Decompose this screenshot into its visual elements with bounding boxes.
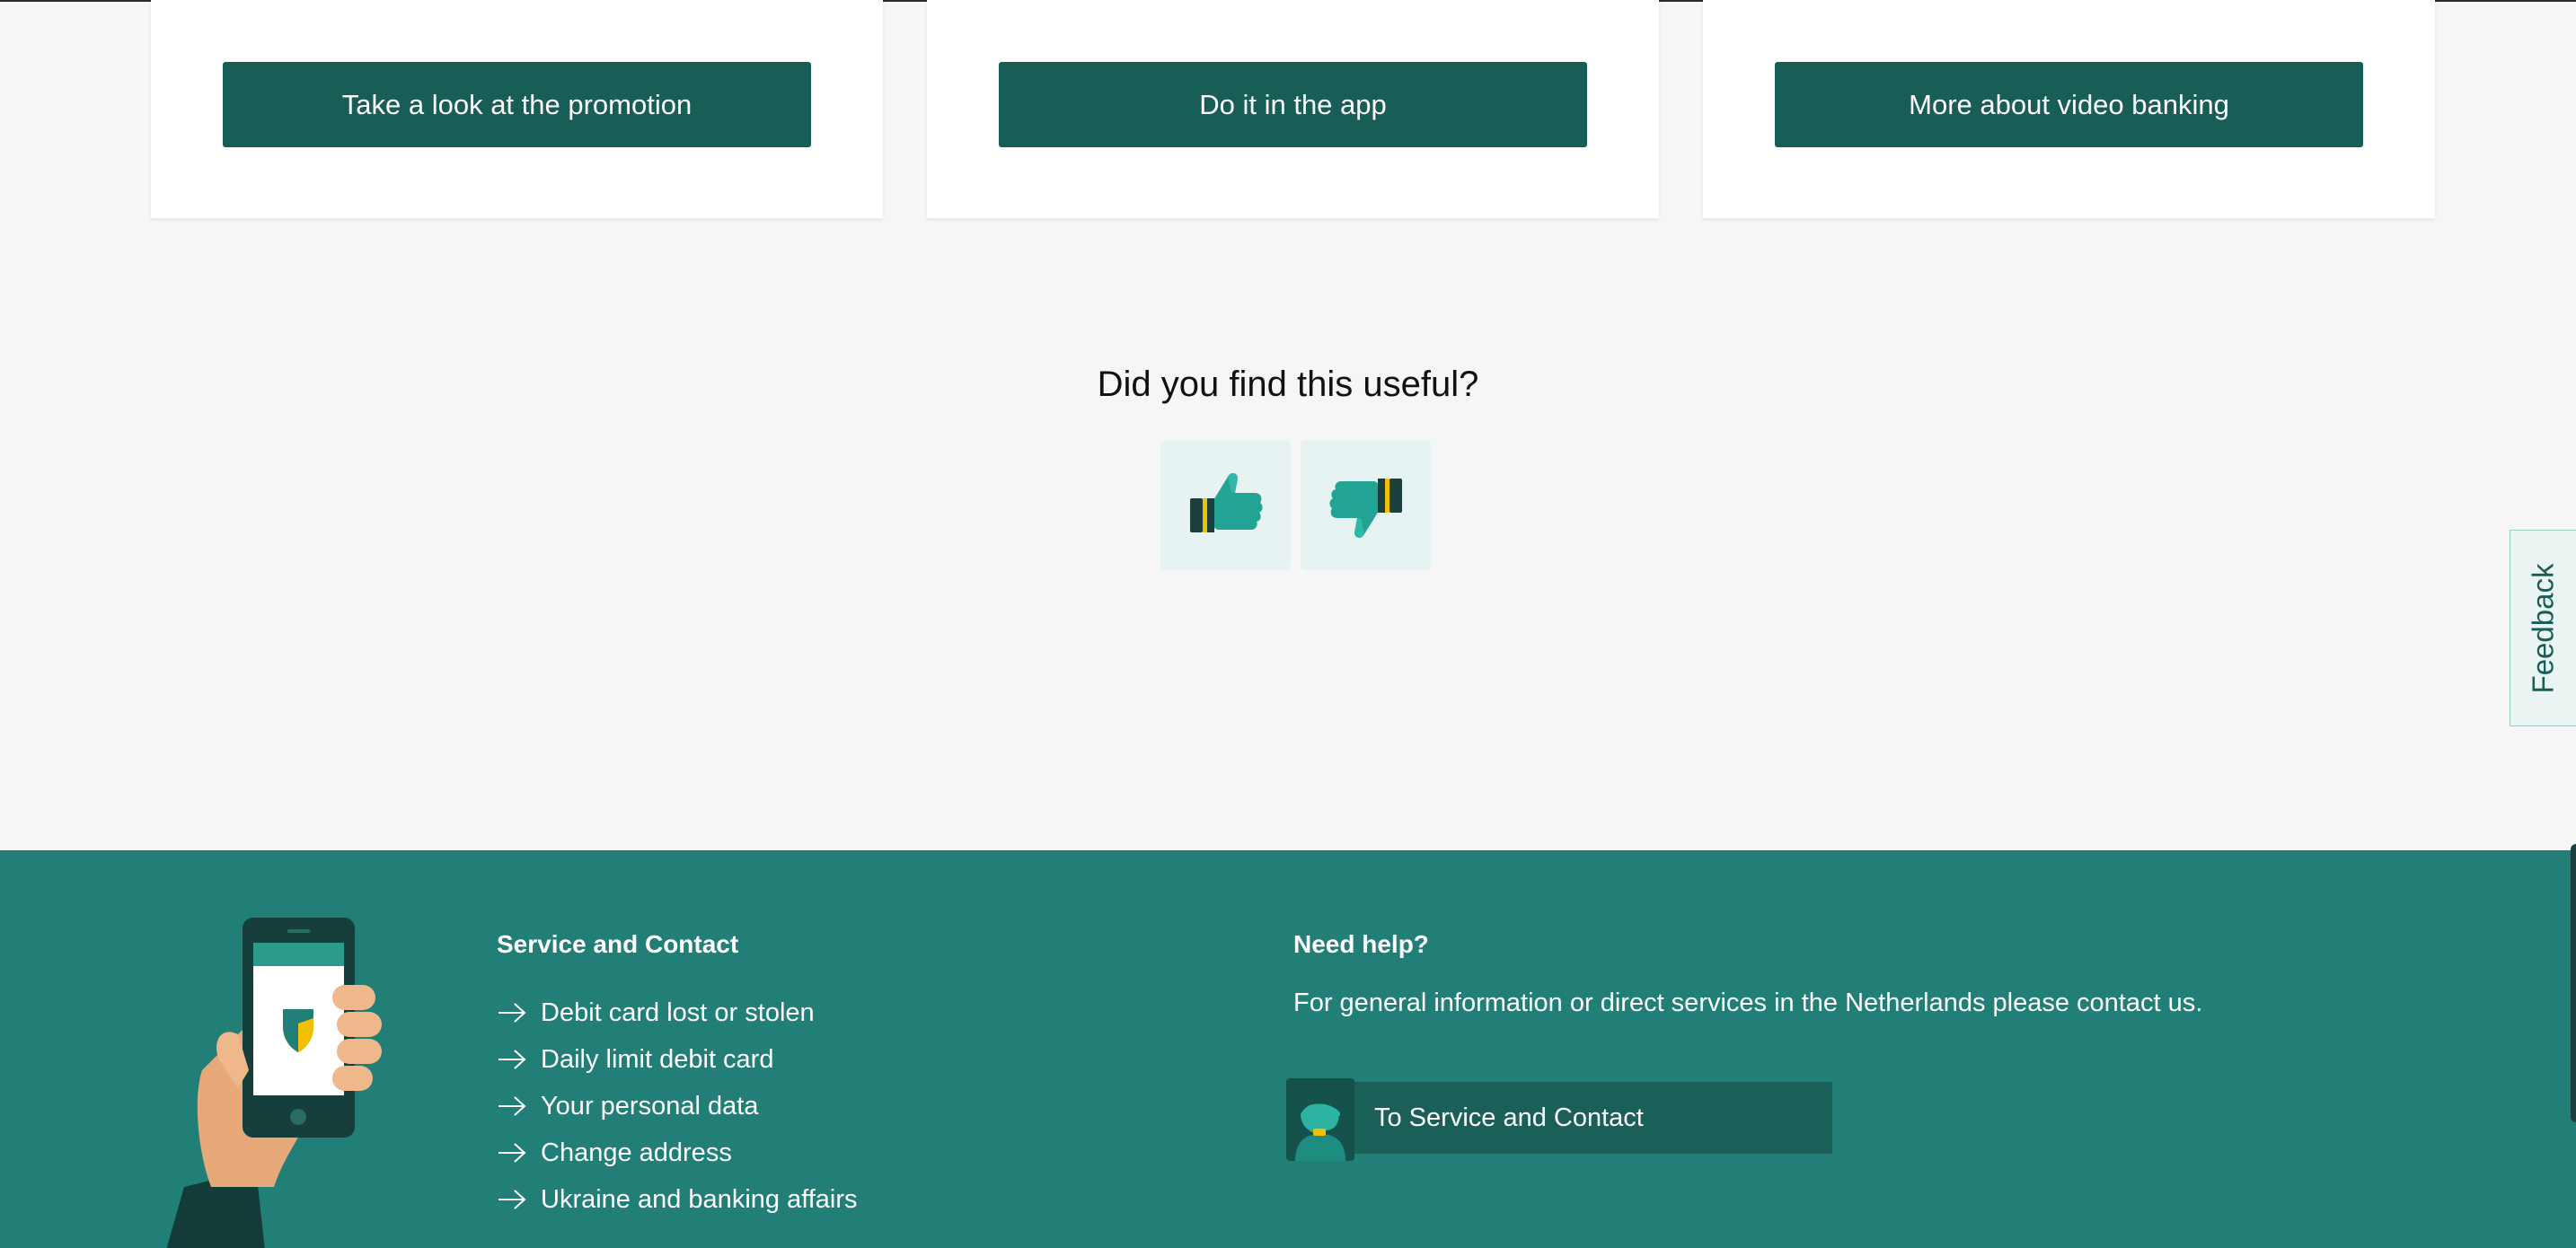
link-ukraine-banking[interactable]: Ukraine and banking affairs — [497, 1176, 858, 1223]
thumbs-down-icon — [1328, 478, 1402, 538]
app-card: Do it in the app — [927, 0, 1659, 218]
thumbs-up-icon — [1189, 472, 1263, 532]
scroll-edge-indicator — [2571, 844, 2576, 1122]
link-label: Your personal data — [541, 1091, 759, 1121]
phone-in-hand-illustration — [166, 918, 382, 1248]
arrow-right-icon — [498, 1190, 526, 1209]
link-change-address[interactable]: Change address — [497, 1129, 858, 1176]
video-banking-button[interactable]: More about video banking — [1775, 62, 2363, 147]
link-daily-limit[interactable]: Daily limit debit card — [497, 1036, 858, 1083]
link-personal-data[interactable]: Your personal data — [497, 1083, 858, 1129]
video-banking-card: More about video banking — [1703, 0, 2435, 218]
arrow-right-icon — [498, 1143, 526, 1163]
thumbs-up-button[interactable] — [1160, 440, 1291, 570]
link-debit-card-lost[interactable]: Debit card lost or stolen — [497, 989, 858, 1036]
promotion-card: Take a look at the promotion — [151, 0, 883, 218]
feedback-tab-label: Feedback — [2526, 563, 2560, 693]
service-contact-button-label: To Service and Contact — [1374, 1103, 1644, 1132]
link-label: Debit card lost or stolen — [541, 998, 815, 1027]
arrow-right-icon — [498, 1096, 526, 1116]
link-label: Daily limit debit card — [541, 1044, 774, 1074]
link-label: Ukraine and banking affairs — [541, 1184, 858, 1214]
link-label: Change address — [541, 1138, 732, 1167]
promotion-button[interactable]: Take a look at the promotion — [223, 62, 811, 147]
service-contact-button[interactable]: To Service and Contact — [1286, 1078, 1832, 1161]
service-links-list: Debit card lost or stolen Daily limit de… — [497, 989, 858, 1223]
thumbs-down-button[interactable] — [1301, 440, 1431, 570]
feedback-side-tab[interactable]: Feedback — [2510, 530, 2576, 726]
service-contact-heading: Service and Contact — [497, 930, 739, 958]
arrow-right-icon — [498, 1050, 526, 1069]
help-text: For general information or direct servic… — [1293, 989, 2203, 1017]
feedback-question: Did you find this useful? — [1097, 365, 1479, 404]
support-agent-icon — [1286, 1078, 1354, 1161]
need-help-heading: Need help? — [1293, 930, 1429, 958]
arrow-right-icon — [498, 1003, 526, 1023]
footer: Service and Contact Debit card lost or s… — [0, 850, 2576, 1248]
app-button[interactable]: Do it in the app — [999, 62, 1587, 147]
